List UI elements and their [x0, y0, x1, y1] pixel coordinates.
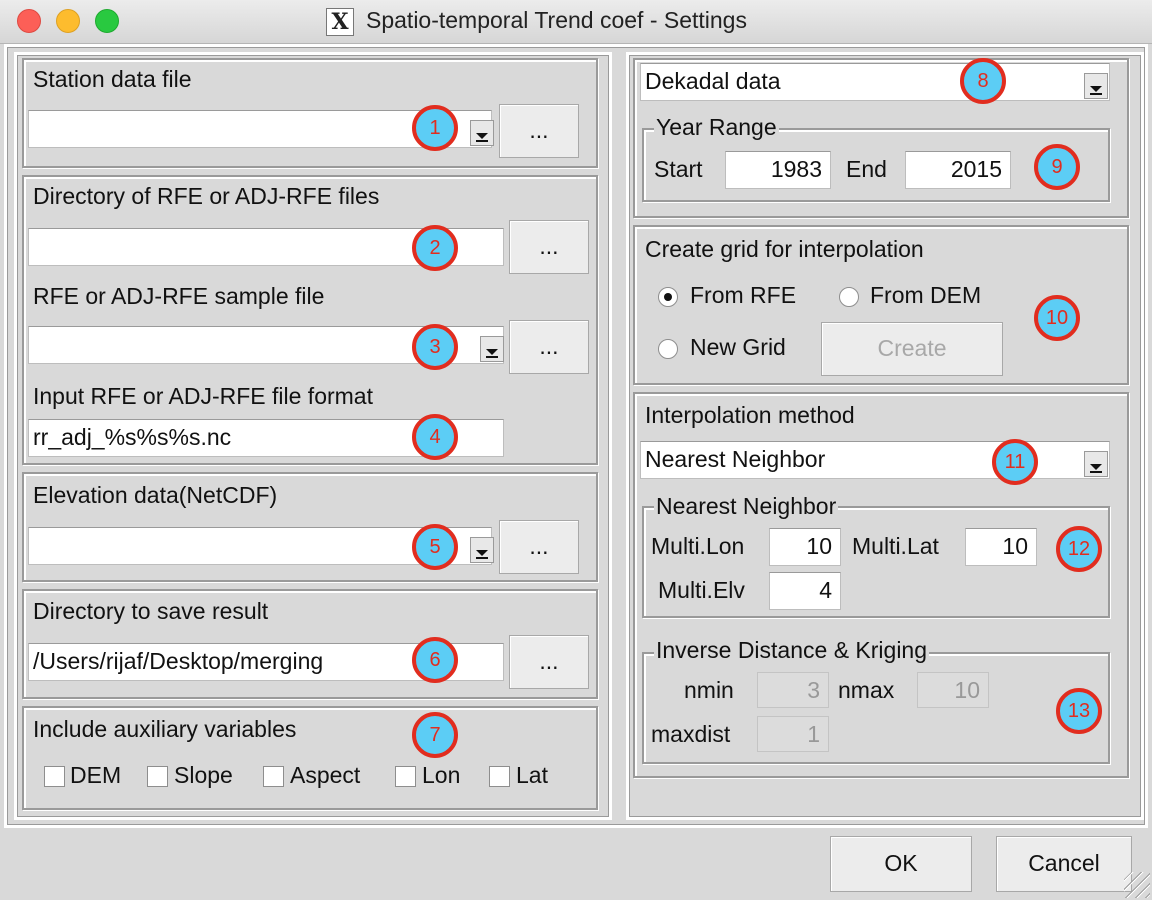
rfe-sample-browse-button[interactable]: ...	[509, 320, 589, 374]
aux-slope-checkbox[interactable]	[147, 766, 168, 787]
multi-lon-label: Multi.Lon	[651, 533, 745, 559]
nmin-label: nmin	[684, 677, 734, 703]
aux-variables-label: Include auxiliary variables	[33, 716, 297, 742]
year-start-input[interactable]: 1983	[725, 151, 831, 189]
title-bar: X Spatio-temporal Trend coef - Settings	[0, 0, 1152, 44]
annotation-badge-11: 11	[992, 439, 1038, 485]
aux-aspect-checkbox[interactable]	[263, 766, 284, 787]
grid-from-dem-label: From DEM	[870, 282, 982, 308]
annotation-badge-6: 6	[412, 637, 458, 683]
grid-from-rfe-label: From RFE	[690, 282, 797, 308]
annotation-badge-2: 2	[412, 225, 458, 271]
resize-grip[interactable]	[1124, 872, 1150, 898]
interpolation-dropdown-arrow[interactable]	[1084, 451, 1108, 477]
elevation-browse-button[interactable]: ...	[499, 520, 579, 574]
zoom-window-button[interactable]	[95, 9, 119, 33]
grid-new-grid-radio[interactable]	[658, 339, 678, 359]
elevation-dropdown-arrow[interactable]	[470, 537, 494, 563]
multi-lon-input[interactable]: 10	[769, 528, 841, 566]
minimize-window-button[interactable]	[56, 9, 80, 33]
annotation-badge-3: 3	[412, 324, 458, 370]
rfe-format-label: Input RFE or ADJ-RFE file format	[33, 383, 373, 409]
interpolation-select[interactable]: Nearest Neighbor	[640, 441, 1110, 479]
annotation-badge-7: 7	[412, 712, 458, 758]
grid-new-grid-label: New Grid	[690, 334, 786, 360]
aux-lat-label: Lat	[516, 762, 548, 788]
elevation-label: Elevation data(NetCDF)	[33, 482, 278, 508]
rfe-sample-dropdown-arrow[interactable]	[480, 336, 504, 362]
year-range-legend: Year Range	[654, 114, 779, 141]
station-file-label: Station data file	[33, 66, 192, 92]
annotation-badge-13: 13	[1056, 688, 1102, 734]
annotation-badge-12: 12	[1056, 526, 1102, 572]
year-start-label: Start	[654, 156, 703, 182]
multi-lat-label: Multi.Lat	[852, 533, 939, 559]
window-title: Spatio-temporal Trend coef - Settings	[366, 7, 747, 33]
create-grid-label: Create grid for interpolation	[645, 236, 924, 262]
save-dir-label: Directory to save result	[33, 598, 269, 624]
rfe-dir-browse-button[interactable]: ...	[509, 220, 589, 274]
year-end-label: End	[846, 156, 887, 182]
multi-elv-label: Multi.Elv	[658, 577, 745, 603]
grid-from-dem-radio[interactable]	[839, 287, 859, 307]
timestep-dropdown-arrow[interactable]	[1084, 73, 1108, 99]
annotation-badge-9: 9	[1034, 144, 1080, 190]
save-dir-browse-button[interactable]: ...	[509, 635, 589, 689]
aux-aspect-label: Aspect	[290, 762, 361, 788]
annotation-badge-4: 4	[412, 414, 458, 460]
nmax-input[interactable]: 10	[917, 672, 989, 708]
interpolation-label: Interpolation method	[645, 402, 855, 428]
x11-app-icon: X	[326, 8, 354, 36]
close-window-button[interactable]	[17, 9, 41, 33]
nmax-label: nmax	[838, 677, 895, 703]
annotation-badge-8: 8	[960, 58, 1006, 104]
maxdist-label: maxdist	[651, 721, 731, 747]
annotation-badge-1: 1	[412, 105, 458, 151]
rfe-sample-label: RFE or ADJ-RFE sample file	[33, 283, 325, 309]
aux-dem-checkbox[interactable]	[44, 766, 65, 787]
nmin-input[interactable]: 3	[757, 672, 829, 708]
ok-button[interactable]: OK	[830, 836, 972, 892]
multi-lat-input[interactable]: 10	[965, 528, 1037, 566]
multi-elv-input[interactable]: 4	[769, 572, 841, 610]
aux-lat-checkbox[interactable]	[489, 766, 510, 787]
station-file-browse-button[interactable]: ...	[499, 104, 579, 158]
rfe-dir-label: Directory of RFE or ADJ-RFE files	[33, 183, 380, 209]
station-file-dropdown-arrow[interactable]	[470, 120, 494, 146]
cancel-button[interactable]: Cancel	[996, 836, 1132, 892]
grid-from-rfe-radio[interactable]	[658, 287, 678, 307]
aux-lon-label: Lon	[422, 762, 461, 788]
aux-slope-label: Slope	[174, 762, 233, 788]
year-end-input[interactable]: 2015	[905, 151, 1011, 189]
timestep-select[interactable]: Dekadal data	[640, 63, 1110, 101]
maxdist-input[interactable]: 1	[757, 716, 829, 752]
annotation-badge-10: 10	[1034, 295, 1080, 341]
idw-kriging-legend: Inverse Distance & Kriging	[654, 637, 930, 664]
aux-dem-label: DEM	[70, 762, 122, 788]
create-grid-button[interactable]: Create	[821, 322, 1003, 376]
aux-lon-checkbox[interactable]	[395, 766, 416, 787]
annotation-badge-5: 5	[412, 524, 458, 570]
nearest-neighbor-legend: Nearest Neighbor	[654, 493, 839, 520]
